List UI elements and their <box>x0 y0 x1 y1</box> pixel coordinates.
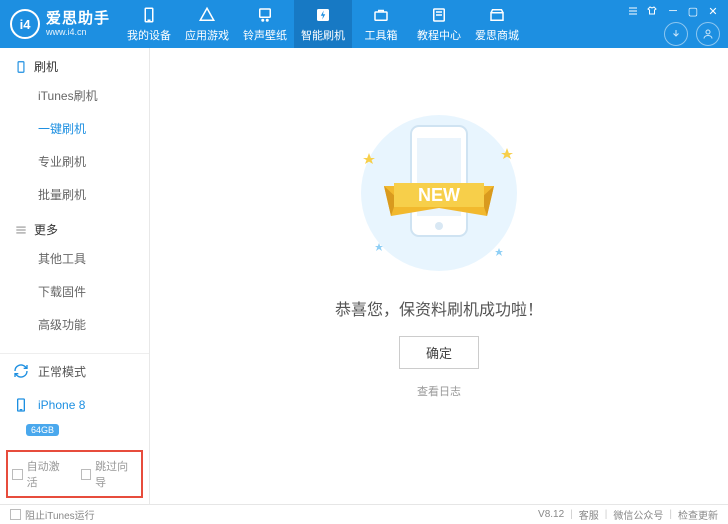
close-icon[interactable]: ✕ <box>706 4 720 18</box>
main-content: NEW 恭喜您，保资料刷机成功啦！ 确定 查看日志 <box>150 48 728 504</box>
nav-label: 教程中心 <box>417 27 461 43</box>
sidebar-item-batch-flash[interactable]: 批量刷机 <box>0 178 149 211</box>
sidebar-item-other-tools[interactable]: 其他工具 <box>0 242 149 275</box>
checkbox-box-icon <box>10 509 21 520</box>
checkbox-skipguide[interactable]: 跳过向导 <box>81 458 138 490</box>
footer: 阻止iTunes运行 V8.12 | 客服 | 微信公众号 | 检查更新 <box>0 504 728 524</box>
footer-link-wechat[interactable]: 微信公众号 <box>613 507 663 522</box>
checkbox-label: 跳过向导 <box>95 458 137 490</box>
mode-label: 正常模式 <box>38 363 86 380</box>
footer-link-update[interactable]: 检查更新 <box>678 507 718 522</box>
nav-my-device[interactable]: 我的设备 <box>120 0 178 48</box>
checkbox-autoactivate[interactable]: 自动激活 <box>12 458 69 490</box>
nav-tutorials[interactable]: 教程中心 <box>410 0 468 48</box>
sidebar-item-download-fw[interactable]: 下载固件 <box>0 275 149 308</box>
nav-label: 爱思商城 <box>475 27 519 43</box>
minimize-icon[interactable]: ─ <box>666 4 680 18</box>
view-log-link[interactable]: 查看日志 <box>417 383 461 399</box>
brand-name: 爱思助手 <box>46 11 110 26</box>
device-phone-icon <box>12 396 30 414</box>
device-row[interactable]: iPhone 8 <box>0 388 149 422</box>
sidebar-section-flash[interactable]: 刷机 <box>0 48 149 79</box>
nav-store[interactable]: 爱思商城 <box>468 0 526 48</box>
checkbox-label: 自动激活 <box>27 458 69 490</box>
brand-url: www.i4.cn <box>46 28 110 37</box>
checkbox-box-icon <box>12 469 23 480</box>
version-label: V8.12 <box>538 509 564 520</box>
checkbox-block-itunes[interactable]: 阻止iTunes运行 <box>10 507 95 522</box>
sidebar-section-more[interactable]: 更多 <box>0 211 149 242</box>
highlighted-checkbox-area: 自动激活 跳过向导 <box>6 450 143 498</box>
device-name: iPhone 8 <box>38 398 85 412</box>
checkbox-box-icon <box>81 469 92 480</box>
ok-button[interactable]: 确定 <box>399 336 479 369</box>
brand: i4 爱思助手 www.i4.cn <box>0 0 120 48</box>
refresh-icon <box>12 362 30 380</box>
sidebar: 刷机 iTunes刷机 一键刷机 专业刷机 批量刷机 更多 其他工具 下载固件 … <box>0 48 150 504</box>
success-message: 恭喜您，保资料刷机成功啦！ <box>335 296 543 320</box>
user-icon[interactable] <box>696 22 720 46</box>
titlebar: i4 爱思助手 www.i4.cn 我的设备 应用游戏 铃声壁纸 智能刷机 工具… <box>0 0 728 48</box>
nav-flash[interactable]: 智能刷机 <box>294 0 352 48</box>
skin-icon[interactable] <box>646 4 660 18</box>
success-illustration: NEW <box>339 108 539 278</box>
phone-outline-icon <box>14 60 28 74</box>
sidebar-item-advanced[interactable]: 高级功能 <box>0 308 149 341</box>
footer-link-support[interactable]: 客服 <box>579 507 599 522</box>
top-nav: 我的设备 应用游戏 铃声壁纸 智能刷机 工具箱 教程中心 爱思商城 <box>120 0 618 48</box>
nav-ringtones[interactable]: 铃声壁纸 <box>236 0 294 48</box>
phone-icon <box>140 6 158 24</box>
store-icon <box>488 6 506 24</box>
mode-row[interactable]: 正常模式 <box>0 354 149 388</box>
nav-label: 智能刷机 <box>301 27 345 43</box>
section-title: 刷机 <box>34 58 58 75</box>
sidebar-item-itunes-flash[interactable]: iTunes刷机 <box>0 79 149 112</box>
nav-label: 工具箱 <box>365 27 398 43</box>
menu-icon <box>14 223 28 237</box>
sidebar-item-oneclick-flash[interactable]: 一键刷机 <box>0 112 149 145</box>
section-title: 更多 <box>34 221 58 238</box>
settings-icon[interactable] <box>626 4 640 18</box>
nav-apps[interactable]: 应用游戏 <box>178 0 236 48</box>
checkbox-label: 阻止iTunes运行 <box>25 507 95 522</box>
brand-logo-icon: i4 <box>10 9 40 39</box>
music-icon <box>256 6 274 24</box>
storage-badge: 64GB <box>26 424 59 436</box>
flash-icon <box>314 6 332 24</box>
apps-icon <box>198 6 216 24</box>
toolbox-icon <box>372 6 390 24</box>
nav-label: 铃声壁纸 <box>243 27 287 43</box>
ribbon-text: NEW <box>418 185 460 205</box>
download-icon[interactable] <box>664 22 688 46</box>
nav-label: 应用游戏 <box>185 27 229 43</box>
nav-toolbox[interactable]: 工具箱 <box>352 0 410 48</box>
nav-label: 我的设备 <box>127 27 171 43</box>
maximize-icon[interactable]: ▢ <box>686 4 700 18</box>
window-controls: ─ ▢ ✕ <box>618 0 728 48</box>
sidebar-item-pro-flash[interactable]: 专业刷机 <box>0 145 149 178</box>
book-icon <box>430 6 448 24</box>
